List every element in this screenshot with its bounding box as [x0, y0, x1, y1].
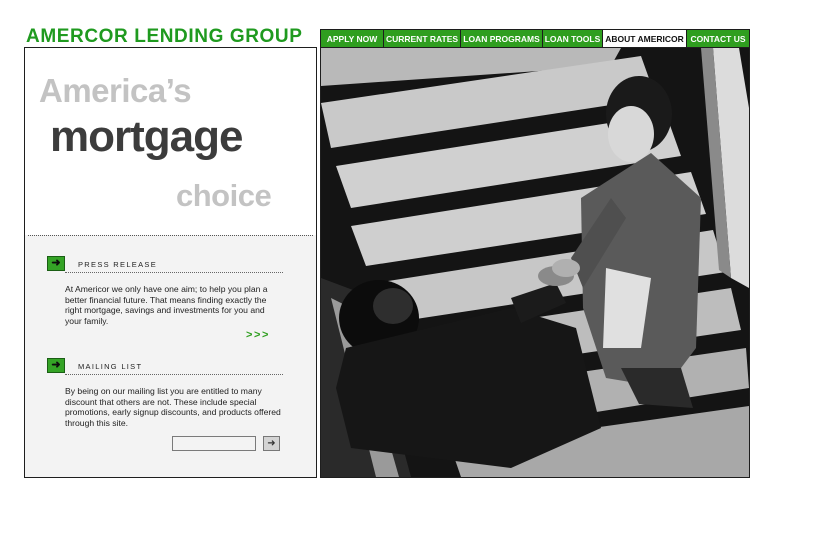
- arrow-right-icon: ➜: [47, 256, 65, 271]
- dotted-divider: [28, 235, 313, 236]
- tagline-line-3: choice: [176, 178, 272, 213]
- hero-photo-handshake: [320, 47, 750, 478]
- arrow-right-icon: ➜: [47, 358, 65, 373]
- hero-tagline: America’s mortgage choice: [25, 48, 316, 235]
- email-field[interactable]: [172, 436, 256, 451]
- submit-email-button[interactable]: ➜: [263, 436, 280, 451]
- main-nav: APPLY NOW CURRENT RATES LOAN PROGRAMS LO…: [320, 29, 750, 48]
- nav-current-rates[interactable]: CURRENT RATES: [384, 30, 460, 47]
- nav-contact-us[interactable]: CONTACT US: [687, 30, 749, 47]
- mailing-list-text: By being on our mailing list you are ent…: [65, 386, 281, 428]
- arrow-right-icon: ➜: [267, 438, 276, 449]
- left-panel: America’s mortgage choice ➜ PRESS RELEAS…: [24, 47, 317, 478]
- section-divider: [65, 272, 283, 273]
- tagline-line-1: America’s: [39, 72, 192, 109]
- mailing-list-heading: MAILING LIST: [78, 362, 143, 371]
- tagline-line-2: mortgage: [50, 112, 243, 161]
- brand-logo[interactable]: AMERCOR LENDING GROUP: [26, 26, 303, 48]
- nav-loan-programs[interactable]: LOAN PROGRAMS: [461, 30, 542, 47]
- section-divider: [65, 374, 283, 375]
- press-release-heading: PRESS RELEASE: [78, 260, 158, 269]
- nav-about-americor[interactable]: ABOUT AMERICOR: [603, 30, 686, 47]
- press-release-text: At Americor we only have one aim; to hel…: [65, 284, 268, 326]
- read-more-link[interactable]: >>>: [246, 329, 270, 341]
- nav-loan-tools[interactable]: LOAN TOOLS: [543, 30, 602, 47]
- nav-apply-now[interactable]: APPLY NOW: [321, 30, 383, 47]
- handshake-photo-illustration: [321, 48, 749, 477]
